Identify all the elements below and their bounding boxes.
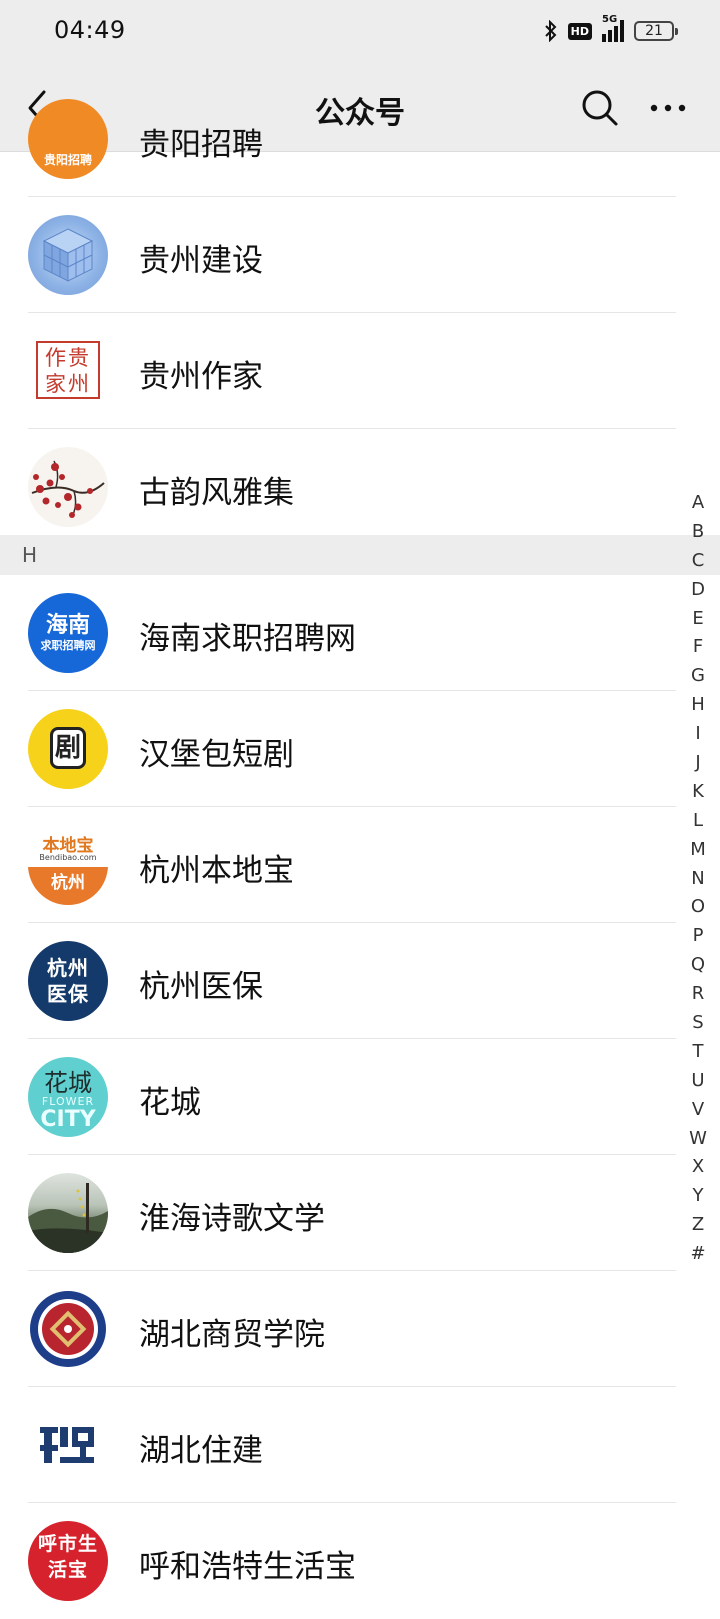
index-letter[interactable]: # [682, 1240, 714, 1269]
plum-blossom-icon [28, 447, 108, 527]
status-bar: 04:49 HD 5G 21 [0, 0, 720, 64]
alphabet-index-bar[interactable]: A B C D E F G H I J K L M N O P Q R S T U V W X Y Z # [682, 489, 714, 1269]
section-header-h: H [0, 535, 720, 575]
index-letter[interactable]: N [682, 865, 714, 894]
cube-logo-icon [28, 215, 108, 295]
logo-title: 花城 [44, 1069, 92, 1097]
battery-icon: 21 [634, 21, 678, 41]
index-letter[interactable]: I [682, 720, 714, 749]
index-letter[interactable]: U [682, 1067, 714, 1096]
index-letter[interactable]: D [682, 576, 714, 605]
account-name: 海南求职招聘网 [139, 621, 356, 657]
list-item-hainan-qiuzhi[interactable]: 海南 求职招聘网 海南求职招聘网 [0, 575, 720, 691]
bluetooth-icon [544, 20, 558, 42]
account-name: 淮海诗歌文学 [139, 1201, 325, 1237]
list-item-huaihai-shige[interactable]: 淮海诗歌文学 [0, 1155, 720, 1271]
account-name: 贵阳招聘 [139, 127, 263, 163]
account-name: 湖北商贸学院 [139, 1317, 325, 1353]
battery-level: 21 [645, 23, 663, 39]
logo-title: 海南 [45, 613, 90, 638]
index-letter[interactable]: R [682, 980, 714, 1009]
account-name: 杭州本地宝 [139, 853, 294, 889]
index-letter[interactable]: A [682, 489, 714, 518]
list-item-guizhou-jianshe[interactable]: 贵州建设 [0, 197, 720, 313]
status-icons: HD 5G 21 [544, 14, 678, 48]
status-time: 04:49 [54, 16, 126, 44]
index-letter[interactable]: H [682, 691, 714, 720]
account-name: 古韵风雅集 [139, 475, 294, 511]
list-item-guiyang-zhaopin[interactable]: 贵阳招聘 贵阳招聘 [0, 81, 720, 197]
index-letter[interactable]: Z [682, 1211, 714, 1240]
logo-text: 杭州医保 [47, 956, 89, 1006]
landscape-photo-icon [28, 1173, 108, 1253]
index-letter[interactable]: P [682, 922, 714, 951]
index-letter[interactable]: Y [682, 1182, 714, 1211]
logo-en-bottom: CITY [40, 1107, 96, 1132]
network-label: 5G [602, 14, 618, 25]
index-letter[interactable]: X [682, 1153, 714, 1182]
list-item-hangzhou-bendibao[interactable]: 本地宝 Bendibao.com 杭州 杭州本地宝 [0, 807, 720, 923]
index-letter[interactable]: K [682, 778, 714, 807]
logo-subtitle: 求职招聘网 [40, 639, 96, 652]
index-letter[interactable]: J [682, 749, 714, 778]
logo-text: 作贵家州 [45, 346, 91, 396]
avatar-hainan-qiuzhi: 海南 求职招聘网 [28, 593, 108, 673]
index-letter[interactable]: O [682, 893, 714, 922]
account-name: 呼和浩特生活宝 [139, 1549, 356, 1585]
avatar-guizhou-zuojia: 作贵家州 [36, 341, 100, 399]
account-name: 花城 [139, 1085, 201, 1121]
list-item-huacheng[interactable]: 花城 FLOWER CITY 花城 [0, 1039, 720, 1155]
index-letter[interactable]: W [682, 1125, 714, 1154]
logo-text: 剧 [50, 727, 86, 769]
index-letter[interactable]: E [682, 605, 714, 634]
logo-text: 贵阳招聘 [43, 153, 92, 167]
index-letter[interactable]: L [682, 807, 714, 836]
avatar-guiyang-zhaopin: 贵阳招聘 [28, 99, 108, 179]
hubei-zhujian-logo-icon [28, 1405, 108, 1485]
account-name: 汉堡包短剧 [139, 737, 294, 773]
logo-url: Bendibao.com [39, 853, 97, 862]
index-letter[interactable]: V [682, 1096, 714, 1125]
index-letter[interactable]: M [682, 836, 714, 865]
account-name: 杭州医保 [139, 969, 263, 1005]
avatar-hanbaobao-duanju: 剧 [28, 709, 108, 789]
index-letter[interactable]: S [682, 1009, 714, 1038]
list-item-hanbaobao-duanju[interactable]: 剧 汉堡包短剧 [0, 691, 720, 807]
logo-city: 杭州 [28, 867, 108, 905]
index-letter[interactable]: T [682, 1038, 714, 1067]
account-name: 贵州作家 [139, 359, 263, 395]
list-item-hangzhou-yibao[interactable]: 杭州医保 杭州医保 [0, 923, 720, 1039]
index-letter[interactable]: F [682, 633, 714, 662]
hd-icon: HD [567, 22, 592, 40]
list-item-huhehaote-shenghuobao[interactable]: 呼市生活宝 呼和浩特生活宝 [0, 1503, 720, 1619]
index-letter[interactable]: B [682, 518, 714, 547]
list-item-guyun-fengyaji[interactable]: 古韵风雅集 [0, 429, 720, 545]
avatar-hangzhou-bendibao: 本地宝 Bendibao.com 杭州 [28, 825, 108, 905]
avatar-huacheng: 花城 FLOWER CITY [28, 1057, 108, 1137]
university-emblem-icon [28, 1289, 108, 1369]
section-letter: H [22, 543, 38, 567]
logo-text: 呼市生活宝 [38, 1533, 99, 1581]
account-name: 湖北住建 [139, 1433, 263, 1469]
signal-icon: 5G [602, 14, 624, 42]
avatar-hangzhou-yibao: 杭州医保 [28, 941, 108, 1021]
list-item-hubei-shangmao[interactable]: 湖北商贸学院 [0, 1271, 720, 1387]
list-item-guizhou-zuojia[interactable]: 作贵家州 贵州作家 [0, 313, 720, 429]
account-name: 贵州建设 [139, 243, 263, 279]
index-letter[interactable]: G [682, 662, 714, 691]
avatar-huhehaote-shenghuobao: 呼市生活宝 [28, 1521, 108, 1601]
index-letter[interactable]: Q [682, 951, 714, 980]
index-letter[interactable]: C [682, 547, 714, 576]
list-item-hubei-zhujian[interactable]: 湖北住建 [0, 1387, 720, 1503]
